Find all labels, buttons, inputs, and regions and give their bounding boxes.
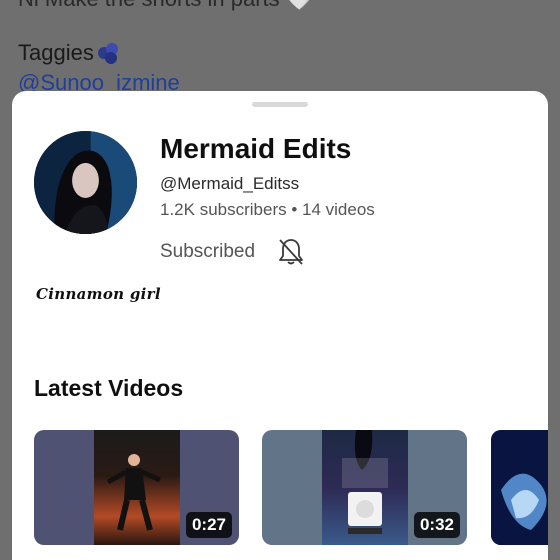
sheet-drag-handle[interactable] [252,102,308,107]
channel-handle: @Mermaid_Editss [160,174,300,193]
video-artwork [491,430,548,545]
video-frame [94,430,180,545]
channel-tagline: Cinnamon girl [36,285,161,303]
dancer-figure [106,454,162,531]
subscription-row: Subscribed [160,237,305,267]
description-line: Ni Make the shorts in parts 🤍 [18,0,313,12]
video-artwork [342,430,388,534]
video-duration: 0:32 [413,512,460,538]
blueberries-icon [96,41,120,65]
subscribed-button[interactable]: Subscribed [160,241,255,263]
taggies-line: Taggies [18,40,120,66]
channel-name: Mermaid Edits [160,133,352,164]
video-frame [322,430,408,545]
channel-stats: 1.2K subscribers • 14 videos [160,200,375,219]
video-thumbnail[interactable]: 0:32 [262,430,467,545]
taggies-label: Taggies [18,40,94,65]
channel-bottom-sheet: Mermaid Edits @Mermaid_Editss 1.2K subsc… [12,91,548,560]
channel-avatar[interactable] [34,131,137,234]
video-thumbnail[interactable]: 0:27 [34,430,239,545]
video-thumbnail[interactable] [491,430,548,545]
video-duration: 0:27 [185,512,232,538]
bell-off-icon[interactable] [277,237,305,267]
latest-videos-heading: Latest Videos [34,375,184,401]
